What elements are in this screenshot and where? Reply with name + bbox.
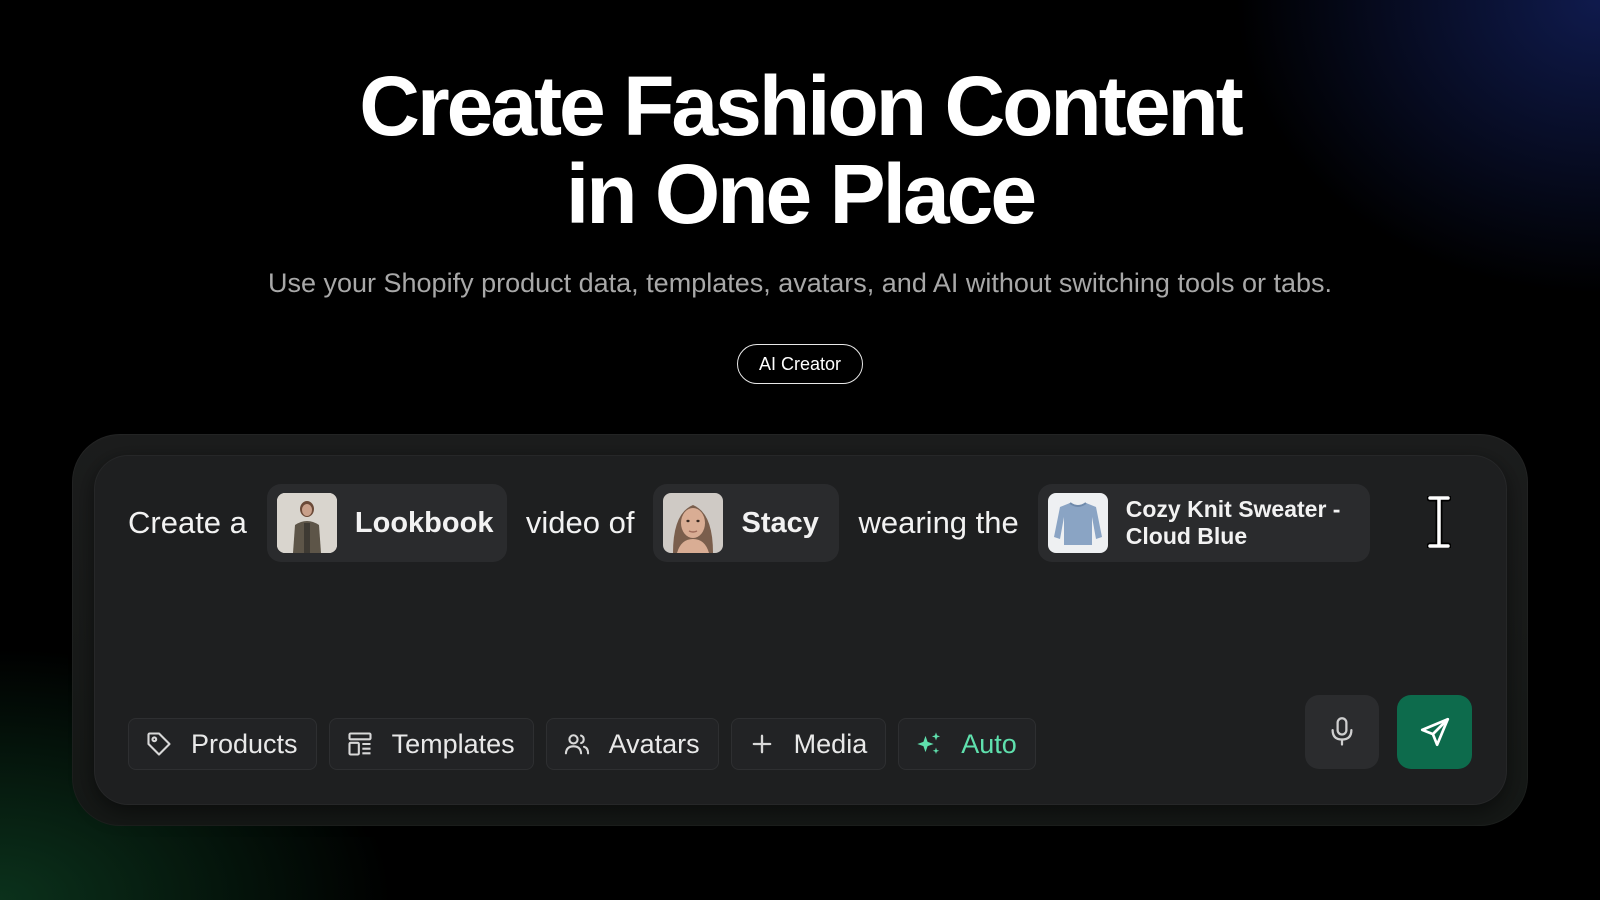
plus-icon — [752, 734, 772, 754]
templates-button-label: Templates — [391, 728, 515, 759]
users-icon — [564, 734, 589, 755]
hero-title-line-1: Create Fashion Content — [359, 59, 1243, 153]
send-icon — [1420, 717, 1449, 747]
lookbook-thumbnail — [276, 493, 337, 553]
ai-creator-badge[interactable]: AI Creator — [737, 344, 863, 384]
templates-button[interactable]: Templates — [328, 718, 534, 770]
auto-button[interactable]: Auto — [898, 718, 1036, 770]
prompt-word-video-of: video of — [525, 505, 635, 540]
sparkles-icon — [917, 732, 941, 755]
template-chip[interactable]: Lookbook — [266, 484, 507, 562]
hero-title-line-2: in One Place — [565, 147, 1037, 241]
composer-toolbar: Products Templates Avatars Media Auto — [128, 718, 1036, 770]
microphone-button[interactable] — [1305, 695, 1379, 769]
avatar-chip[interactable]: Stacy — [653, 484, 840, 562]
hero-subtitle: Use your Shopify product data, templates… — [267, 268, 1333, 298]
auto-button-label: Auto — [961, 728, 1017, 759]
product-chip[interactable]: Cozy Knit Sweater - Cloud Blue — [1037, 484, 1370, 562]
media-button-label: Media — [793, 728, 868, 759]
prompt-word-create: Create a — [128, 505, 247, 540]
template-chip-label: Lookbook — [354, 506, 494, 539]
avatar-chip-label: Stacy — [741, 506, 819, 539]
product-chip-label: Cozy Knit Sweater - Cloud Blue — [1125, 496, 1341, 549]
products-button-label: Products — [191, 728, 298, 759]
text-cursor-icon — [1426, 494, 1452, 553]
product-thumbnail — [1047, 493, 1108, 553]
hero-title: Create Fashion Content in One Place — [0, 62, 1600, 238]
microphone-icon — [1331, 717, 1353, 746]
tag-icon — [147, 732, 171, 756]
media-button[interactable]: Media — [730, 718, 887, 770]
avatars-button[interactable]: Avatars — [545, 718, 719, 770]
avatars-button-label: Avatars — [608, 728, 700, 759]
prompt-word-wearing-the: wearing the — [858, 505, 1019, 540]
send-button[interactable] — [1397, 695, 1472, 769]
avatar-thumbnail — [663, 493, 724, 553]
products-button[interactable]: Products — [128, 718, 317, 770]
layout-icon — [348, 732, 372, 756]
prompt-text-row[interactable]: Create a Lookbook video of Stacy wearing… — [128, 484, 1370, 562]
